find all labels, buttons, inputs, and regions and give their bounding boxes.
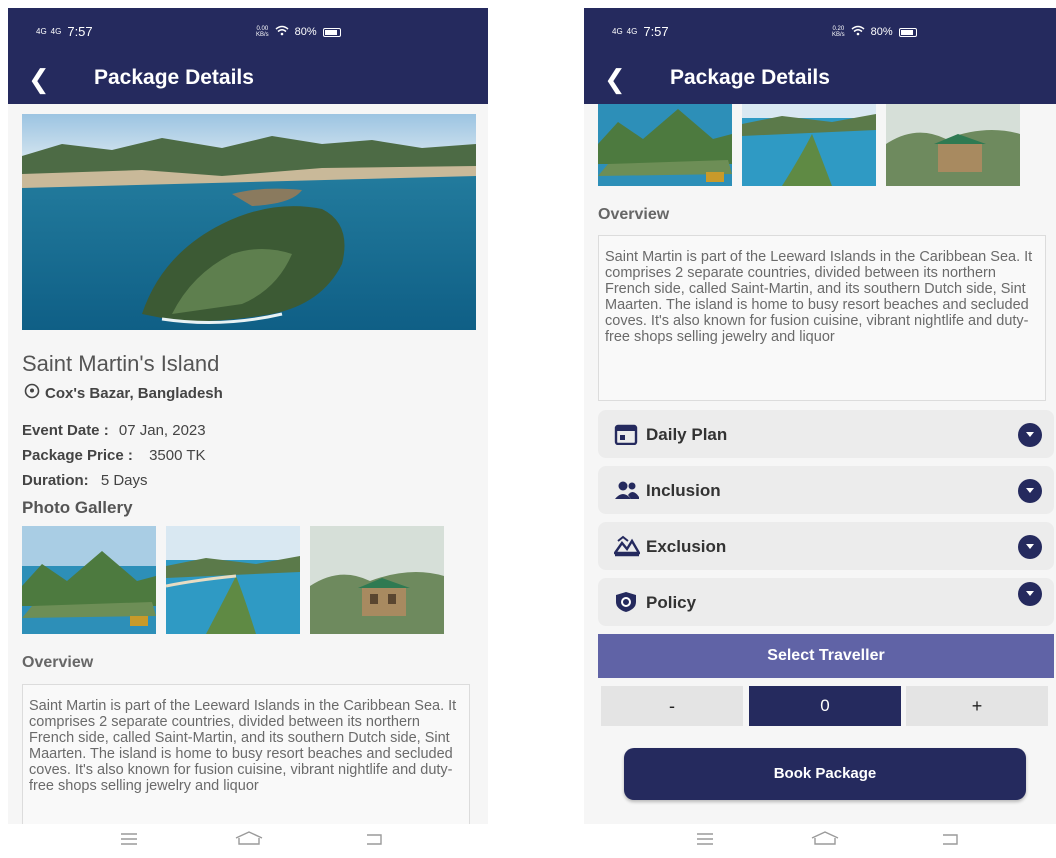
page-title: Package Details	[94, 66, 254, 89]
gallery-photo-1[interactable]	[598, 104, 732, 186]
gallery-photo-2[interactable]	[166, 526, 300, 634]
gallery-photo-2[interactable]	[742, 104, 876, 186]
accordion-policy[interactable]: Policy	[598, 578, 1054, 626]
hero-image	[22, 114, 476, 330]
package-name: Saint Martin's Island	[22, 351, 220, 376]
accordion-inclusion[interactable]: Inclusion	[598, 466, 1054, 514]
signal-icon: 4G	[612, 26, 623, 36]
back-arrow-icon[interactable]: ❮	[604, 64, 626, 95]
wifi-icon	[851, 25, 865, 39]
app-bar: ❮ Package Details	[8, 56, 488, 104]
wifi-icon	[275, 25, 289, 39]
chevron-down-icon[interactable]	[1018, 479, 1042, 503]
shield-icon	[614, 591, 638, 613]
battery-icon	[898, 27, 917, 37]
signal-icon: 4G	[36, 26, 47, 36]
network-speed: 0.00 KB/s	[256, 26, 269, 38]
calendar-icon	[614, 423, 638, 446]
back-arrow-icon[interactable]: ❮	[28, 64, 50, 95]
location-text: Cox's Bazar, Bangladesh	[45, 384, 223, 402]
battery-percent: 80%	[870, 26, 893, 38]
event-date-value: 07 Jan, 2023	[118, 422, 206, 439]
event-date-label: Event Date :	[22, 422, 109, 439]
accordion-label: Inclusion	[646, 481, 721, 500]
price-value: 3500 TK	[149, 447, 206, 464]
home-icon[interactable]	[810, 830, 840, 851]
gallery-photo-1[interactable]	[22, 526, 156, 634]
system-nav-bar	[584, 824, 1056, 858]
signal-icon: 4G	[626, 26, 638, 36]
location-pin-icon	[24, 383, 40, 403]
overview-text: Saint Martin is part of the Leeward Isla…	[598, 235, 1046, 401]
overview-title: Overview	[22, 654, 94, 671]
duration-label: Duration:	[22, 472, 89, 489]
phone-screen-right: 4G 4G 7:57 0.20 KB/s 80% ❮ Package Detail…	[584, 8, 1056, 858]
menu-icon[interactable]	[120, 830, 138, 851]
duration-row: Duration: 5 Days	[22, 472, 148, 489]
traveller-count: 0	[749, 686, 901, 726]
status-time: 7:57	[643, 24, 669, 39]
status-time: 7:57	[67, 24, 93, 39]
battery-percent: 80%	[294, 26, 317, 38]
system-nav-bar	[8, 824, 488, 858]
duration-value: 5 Days	[100, 472, 148, 489]
overview-text: Saint Martin is part of the Leeward Isla…	[22, 684, 470, 828]
gallery-title: Photo Gallery	[22, 498, 133, 517]
status-bar: 4G 4G 7:57 0.00 KB/s 80%	[8, 8, 488, 56]
signal-icon: 4G	[50, 26, 62, 36]
people-icon	[614, 479, 639, 501]
menu-icon[interactable]	[696, 830, 714, 851]
select-traveller-header: Select Traveller	[598, 634, 1054, 678]
landscape-icon	[612, 535, 642, 557]
location: Cox's Bazar, Bangladesh	[24, 383, 223, 403]
increment-button[interactable]: +	[906, 686, 1048, 726]
chevron-down-icon[interactable]	[1018, 582, 1042, 606]
accordion-daily-plan[interactable]: Daily Plan	[598, 410, 1054, 458]
home-icon[interactable]	[234, 830, 264, 851]
accordion-label: Policy	[646, 593, 697, 612]
page-title: Package Details	[670, 66, 830, 89]
chevron-down-icon[interactable]	[1018, 423, 1042, 447]
accordion-label: Daily Plan	[646, 425, 728, 444]
battery-icon	[322, 27, 341, 37]
app-bar: ❮ Package Details	[584, 56, 1056, 104]
price-row: Package Price : 3500 TK	[22, 447, 206, 464]
gallery-photo-3[interactable]	[886, 104, 1020, 186]
phone-screen-left: 4G 4G 7:57 0.00 KB/s 80% ❮ Package Detail…	[8, 8, 488, 858]
decrement-button[interactable]: -	[601, 686, 743, 726]
status-bar: 4G 4G 7:57 0.20 KB/s 80%	[584, 8, 1056, 56]
overview-title: Overview	[598, 206, 670, 223]
accordion-label: Exclusion	[646, 537, 727, 556]
price-label: Package Price :	[22, 447, 133, 464]
back-icon[interactable]	[940, 830, 960, 851]
event-date-row: Event Date : 07 Jan, 2023	[22, 422, 206, 439]
network-speed: 0.20 KB/s	[832, 26, 845, 38]
back-icon[interactable]	[364, 830, 384, 851]
accordion-exclusion[interactable]: Exclusion	[598, 522, 1054, 570]
gallery-photo-3[interactable]	[310, 526, 444, 634]
book-package-button[interactable]: Book Package	[624, 748, 1026, 800]
chevron-down-icon[interactable]	[1018, 535, 1042, 559]
